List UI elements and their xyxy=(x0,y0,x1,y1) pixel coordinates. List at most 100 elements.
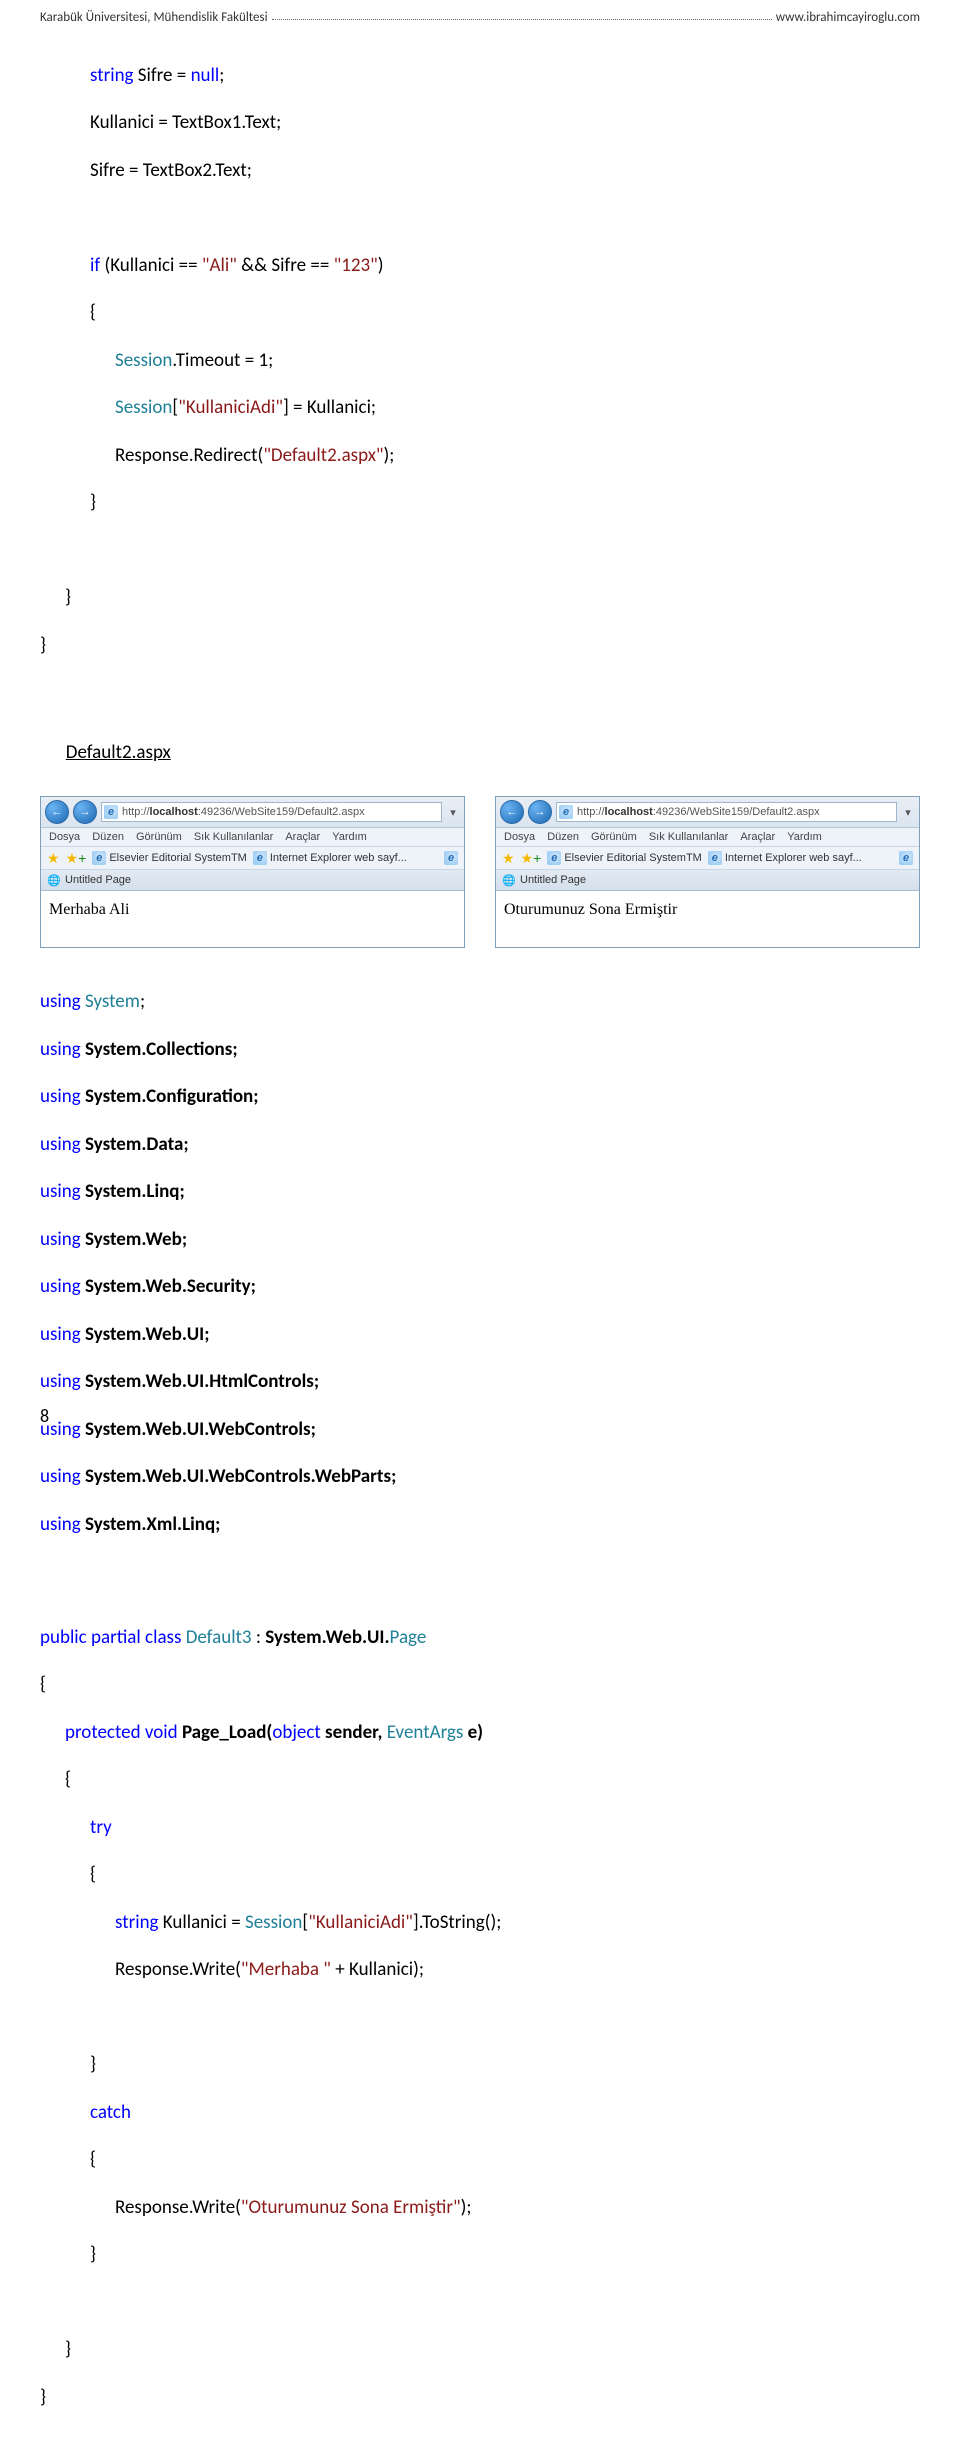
address-bar[interactable]: e http://localhost:49236/WebSite159/Defa… xyxy=(556,802,897,822)
kw-using: using xyxy=(40,1085,85,1108)
code-text: System.Data; xyxy=(85,1133,189,1156)
ie-icon[interactable]: e xyxy=(899,851,913,865)
brace-open: { xyxy=(40,1673,46,1696)
header-dots xyxy=(272,11,772,20)
kw-protected-void: protected void xyxy=(65,1721,182,1744)
ie-icon: e xyxy=(104,805,118,819)
page-content: string Sifre = null; Kullanici = TextBox… xyxy=(40,40,920,1409)
browser-panel-a: ← → e http://localhost:49236/WebSite159/… xyxy=(40,796,465,948)
favorites-star-icon[interactable]: ★ xyxy=(502,851,515,865)
favorite-label: Internet Explorer web sayf... xyxy=(725,852,862,864)
tab-title[interactable]: Untitled Page xyxy=(520,874,586,886)
ie-tab-icon: 🌐 xyxy=(47,873,61,887)
str-default2: "Default2.aspx" xyxy=(263,444,383,467)
nav-bar: ← → e http://localhost:49236/WebSite159/… xyxy=(41,797,464,828)
menu-item[interactable]: Araçlar xyxy=(740,831,775,843)
add-favorite-icon[interactable]: ★+ xyxy=(66,850,87,866)
code-text: ] = Kullanici; xyxy=(283,396,376,419)
brace-close: } xyxy=(90,491,96,514)
cls-eventargs: EventArgs xyxy=(387,1721,468,1744)
code-text: System.Web.UI.WebControls.WebParts; xyxy=(85,1465,396,1488)
add-favorite-icon[interactable]: ★+ xyxy=(521,850,542,866)
header-right: www.ibrahimcayiroglu.com xyxy=(776,10,920,25)
code-text: : xyxy=(252,1626,266,1649)
kw-try: try xyxy=(90,1816,112,1839)
browser-body: Oturumunuz Sona Ermiştir xyxy=(496,891,919,947)
code-text: ); xyxy=(384,444,395,467)
favorites-bar: ★ ★+ eElsevier Editorial SystemTM eInter… xyxy=(496,847,919,870)
kw-using: using xyxy=(40,1228,85,1251)
page-body-text: Merhaba Ali xyxy=(49,901,129,918)
brace-open: { xyxy=(90,301,96,324)
ie-icon: e xyxy=(708,851,722,865)
kw-using: using xyxy=(40,990,85,1013)
code-text: Response.Redirect( xyxy=(115,444,263,467)
brace-open: { xyxy=(65,1768,71,1791)
str-123: "123" xyxy=(334,254,378,277)
kw-using: using xyxy=(40,1180,85,1203)
tab-title[interactable]: Untitled Page xyxy=(65,874,131,886)
favorite-item[interactable]: eElsevier Editorial SystemTM xyxy=(547,851,702,865)
code-text: System.Web.UI.HtmlControls; xyxy=(85,1370,319,1393)
menu-item[interactable]: Yardım xyxy=(787,831,822,843)
menu-item[interactable]: Görünüm xyxy=(591,831,637,843)
default2-heading: Default2.aspx xyxy=(40,717,920,788)
menu-item[interactable]: Sık Kullanılanlar xyxy=(194,831,274,843)
ie-icon: e xyxy=(547,851,561,865)
menu-item[interactable]: Dosya xyxy=(49,831,80,843)
menu-item[interactable]: Düzen xyxy=(547,831,579,843)
favorite-item[interactable]: eInternet Explorer web sayf... xyxy=(253,851,407,865)
menu-item[interactable]: Görünüm xyxy=(136,831,182,843)
address-dropdown-icon[interactable]: ▾ xyxy=(901,803,915,821)
favorite-label: Elsevier Editorial SystemTM xyxy=(109,852,247,864)
favorites-star-icon[interactable]: ★ xyxy=(47,851,60,865)
brace-close: } xyxy=(65,2338,71,2361)
code-text: .Timeout = 1; xyxy=(172,349,273,372)
brace-close: } xyxy=(65,586,71,609)
back-button[interactable]: ← xyxy=(45,800,69,824)
kw-object: object xyxy=(272,1721,325,1744)
menu-item[interactable]: Sık Kullanılanlar xyxy=(649,831,729,843)
default2-label: Default2.aspx xyxy=(66,741,171,764)
tab-bar: 🌐 Untitled Page xyxy=(496,870,919,891)
code-line: Sifre = TextBox2.Text; xyxy=(90,159,252,182)
kw-using: using xyxy=(40,1323,85,1346)
header-left: Karabük Üniversitesi, Mühendislik Fakült… xyxy=(40,10,268,25)
cls-page: Page xyxy=(390,1626,427,1649)
ie-icon[interactable]: e xyxy=(444,851,458,865)
menu-item[interactable]: Araçlar xyxy=(285,831,320,843)
menu-item[interactable]: Düzen xyxy=(92,831,124,843)
favorite-label: Elsevier Editorial SystemTM xyxy=(564,852,702,864)
ie-icon: e xyxy=(559,805,573,819)
ie-icon: e xyxy=(92,851,106,865)
code-text: System.Web; xyxy=(85,1228,187,1251)
code-text: ; xyxy=(219,64,224,87)
back-button[interactable]: ← xyxy=(500,800,524,824)
brace-close: } xyxy=(90,2243,96,2266)
kw-using: using xyxy=(40,1513,85,1536)
code-text: ); xyxy=(461,2196,472,2219)
str-oturumunuz: "Oturumunuz Sona Ermiştir" xyxy=(241,2196,461,2219)
using-block: using System; using System.Collections; … xyxy=(40,966,920,1584)
address-dropdown-icon[interactable]: ▾ xyxy=(446,803,460,821)
kw-catch: catch xyxy=(90,2101,131,2124)
code-text: Response.Write( xyxy=(115,2196,241,2219)
favorites-bar: ★ ★+ eElsevier Editorial SystemTM eInter… xyxy=(41,847,464,870)
favorite-item[interactable]: eInternet Explorer web sayf... xyxy=(708,851,862,865)
kw-using: using xyxy=(40,1133,85,1156)
menu-item[interactable]: Dosya xyxy=(504,831,535,843)
forward-button[interactable]: → xyxy=(73,800,97,824)
favorite-label: Internet Explorer web sayf... xyxy=(270,852,407,864)
favorite-item[interactable]: eElsevier Editorial SystemTM xyxy=(92,851,247,865)
address-bar[interactable]: e http://localhost:49236/WebSite159/Defa… xyxy=(101,802,442,822)
method-pageload: Page_Load( xyxy=(182,1721,272,1744)
class-block: public partial class Default3 : System.W… xyxy=(40,1602,920,2457)
forward-button[interactable]: → xyxy=(528,800,552,824)
code-line: Kullanici = TextBox1.Text; xyxy=(90,111,281,134)
cls-session: Session xyxy=(115,396,172,419)
brace-open: { xyxy=(90,1863,96,1886)
url-text: http://localhost:49236/WebSite159/Defaul… xyxy=(122,806,365,818)
menu-item[interactable]: Yardım xyxy=(332,831,367,843)
brace-close: } xyxy=(40,2386,46,2409)
code-text: sender, xyxy=(325,1721,387,1744)
